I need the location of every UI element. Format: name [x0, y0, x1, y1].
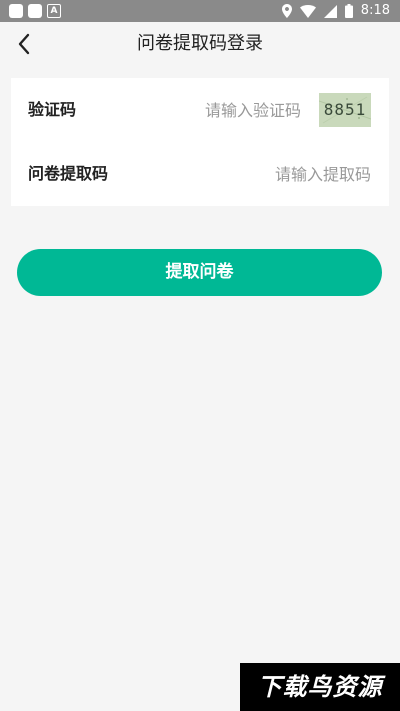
code-input[interactable]: [131, 158, 371, 190]
app-square-icon: [9, 4, 23, 18]
captcha-image[interactable]: 8851: [319, 93, 371, 127]
wifi-icon: [299, 4, 316, 18]
submit-button[interactable]: 提取问卷: [17, 249, 382, 296]
chevron-left-icon: [18, 33, 30, 55]
captcha-input[interactable]: [131, 94, 301, 126]
header: 问卷提取码登录: [0, 22, 400, 66]
app-square-icon: [28, 4, 42, 18]
captcha-label: 验证码: [28, 100, 77, 119]
signal-icon: [323, 4, 337, 18]
location-icon: [281, 4, 292, 18]
watermark-logo: 下载鸟资源: [240, 663, 400, 711]
a-badge-icon: A: [47, 4, 61, 18]
status-right-icons: 8:18: [281, 3, 390, 19]
code-label: 问卷提取码: [28, 164, 109, 183]
status-time: 8:18: [360, 3, 390, 18]
status-bar: A 8:18: [0, 0, 400, 22]
captcha-row: 验证码 8851: [11, 78, 389, 142]
back-button[interactable]: [8, 28, 40, 60]
page-title: 问卷提取码登录: [137, 33, 263, 54]
code-row: 问卷提取码: [11, 142, 389, 206]
battery-icon: [344, 4, 353, 18]
status-left-icons: A: [9, 4, 61, 18]
form-card: 验证码 8851 问卷提取码: [11, 78, 389, 206]
captcha-text: 8851: [323, 100, 367, 119]
